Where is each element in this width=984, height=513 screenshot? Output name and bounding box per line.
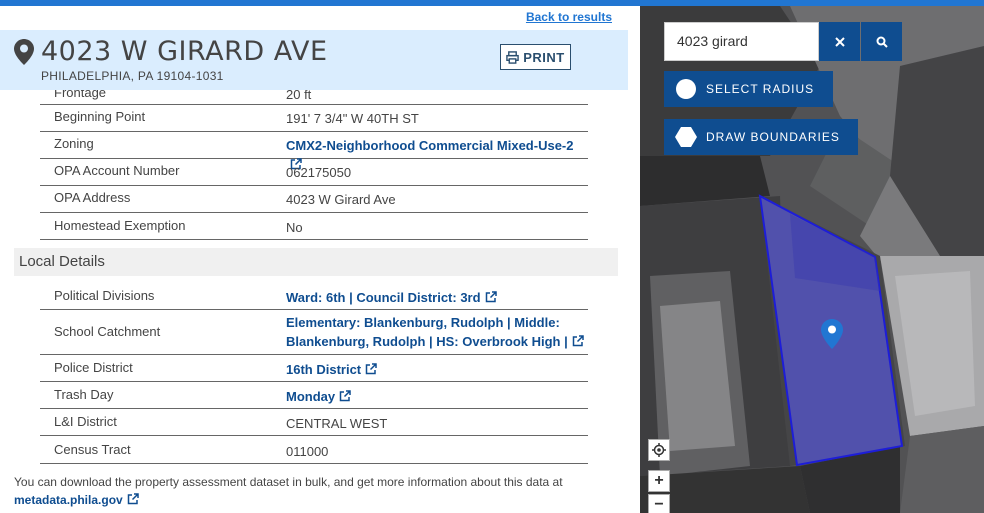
table-row: School Catchment Elementary: Blankenburg…	[40, 310, 588, 355]
row-value: 011000	[286, 444, 329, 459]
metadata-link-text: metadata.phila.gov	[14, 493, 123, 507]
row-label: School Catchment	[54, 324, 161, 339]
table-row: Police District 16th District	[40, 355, 588, 382]
police-district-text: 16th District	[286, 362, 362, 377]
zoom-in-button[interactable]: +	[648, 470, 670, 492]
search-button[interactable]	[861, 22, 902, 61]
section-title: Local Details	[19, 253, 105, 270]
row-label: Zoning	[54, 136, 94, 151]
local-details-heading: Local Details	[14, 248, 618, 276]
crosshair-icon	[652, 443, 666, 457]
draw-boundaries-label: DRAW BOUNDARIES	[706, 130, 840, 144]
external-link-icon	[127, 493, 139, 505]
school-catchment-link[interactable]: Elementary: Blankenburg, Rudolph | Middl…	[286, 313, 586, 351]
select-radius-label: SELECT RADIUS	[706, 82, 815, 96]
table-row: Beginning Point 191' 7 3/4" W 40TH ST	[40, 105, 588, 132]
row-value: CENTRAL WEST	[286, 416, 388, 431]
draw-boundaries-button[interactable]: DRAW BOUNDARIES	[664, 119, 858, 155]
police-district-link[interactable]: 16th District	[286, 360, 586, 379]
print-label: PRINT	[523, 49, 565, 65]
row-value: 191' 7 3/4" W 40TH ST	[286, 111, 419, 126]
row-label: Trash Day	[54, 387, 114, 402]
external-link-icon	[339, 390, 351, 402]
printer-icon	[506, 50, 520, 64]
search-icon	[876, 36, 888, 48]
property-header: 4023 W GIRARD AVE PHILADELPHIA, PA 19104…	[0, 30, 628, 90]
zoom-out-button[interactable]: −	[648, 494, 670, 513]
map-panel[interactable]: 4023 girard SELECT RADIUS DRAW BOUNDARIE…	[640, 6, 984, 513]
row-label: OPA Account Number	[54, 163, 180, 178]
map-marker-icon	[14, 39, 34, 65]
table-row: Trash Day Monday	[40, 382, 588, 409]
table-row: OPA Address 4023 W Girard Ave	[40, 186, 588, 213]
close-icon	[834, 36, 845, 47]
school-catchment-text: Elementary: Blankenburg, Rudolph | Middl…	[286, 315, 568, 349]
row-value: 4023 W Girard Ave	[286, 192, 396, 207]
back-to-results-link[interactable]: Back to results	[526, 10, 612, 24]
row-label: L&I District	[54, 414, 117, 429]
row-value: 062175050	[286, 165, 352, 180]
page-title: 4023 W GIRARD AVE	[41, 36, 328, 67]
row-value: No	[286, 220, 303, 235]
row-label: Political Divisions	[54, 288, 155, 303]
select-radius-button[interactable]: SELECT RADIUS	[664, 71, 833, 107]
clear-search-button[interactable]	[819, 22, 860, 61]
footnote-text: You can download the property assessment…	[14, 475, 563, 489]
table-row: Political Divisions Ward: 6th | Council …	[40, 282, 588, 310]
row-label: Beginning Point	[54, 109, 146, 124]
external-link-icon	[365, 363, 377, 375]
trash-day-text: Monday	[286, 389, 336, 404]
external-link-icon	[572, 335, 584, 347]
parcel-marker-icon[interactable]	[821, 319, 843, 349]
political-divisions-text: Ward: 6th | Council District: 3rd	[286, 290, 481, 305]
trash-day-link[interactable]: Monday	[286, 387, 586, 406]
address-subtitle: PHILADELPHIA, PA 19104-1031	[41, 69, 224, 83]
external-link-icon	[485, 291, 497, 303]
table-row: Homestead Exemption No	[40, 213, 588, 240]
metadata-link[interactable]: metadata.phila.gov	[14, 493, 139, 507]
property-details-panel: Back to results 4023 W GIRARD AVE PHILAD…	[0, 6, 640, 513]
circle-icon	[676, 79, 696, 99]
zoning-link-text: CMX2-Neighborhood Commercial Mixed-Use-2	[286, 138, 574, 153]
political-divisions-link[interactable]: Ward: 6th | Council District: 3rd	[286, 288, 586, 307]
table-row: Census Tract 011000	[40, 436, 588, 464]
row-label: Census Tract	[54, 442, 131, 457]
address-search-input[interactable]: 4023 girard	[664, 22, 819, 61]
row-label: Homestead Exemption	[54, 218, 186, 233]
footnote: You can download the property assessment…	[14, 473, 614, 509]
table-row: OPA Account Number 062175050	[40, 159, 588, 186]
row-label: OPA Address	[54, 190, 131, 205]
locate-me-button[interactable]	[648, 439, 670, 461]
row-label: Police District	[54, 360, 133, 375]
print-button[interactable]: PRINT	[500, 44, 571, 70]
table-row: Zoning CMX2-Neighborhood Commercial Mixe…	[40, 132, 588, 170]
polygon-icon	[675, 127, 697, 147]
table-row: L&I District CENTRAL WEST	[40, 409, 588, 436]
